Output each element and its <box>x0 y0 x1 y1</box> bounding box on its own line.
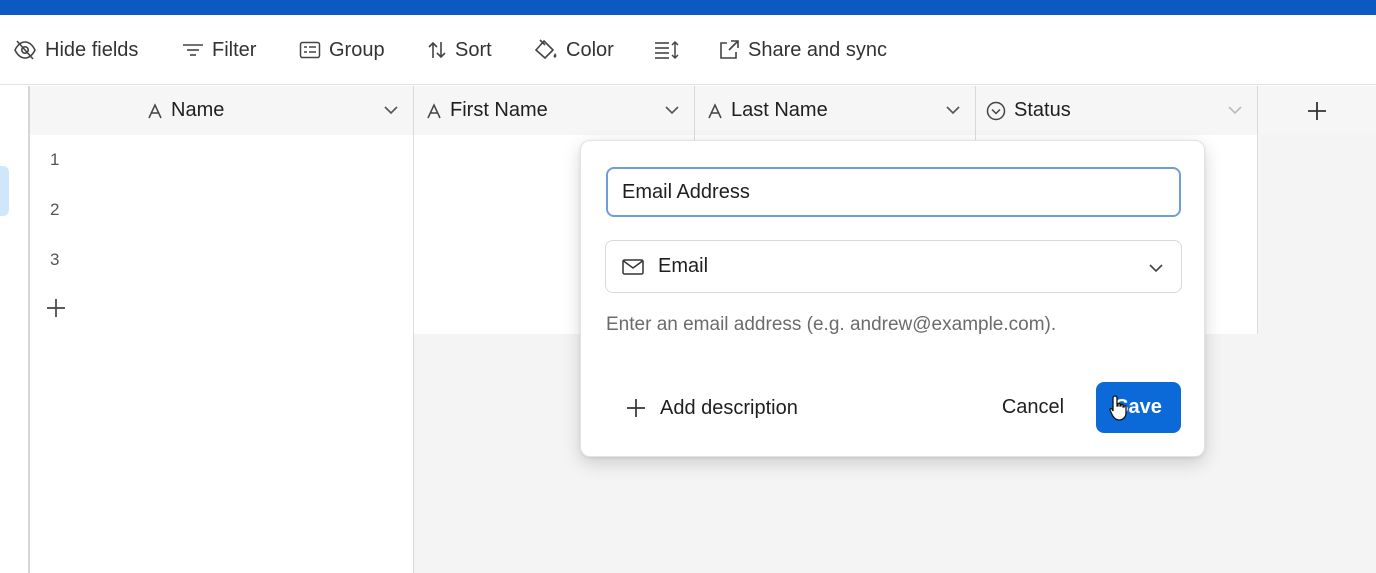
app-top-bar <box>0 0 1376 15</box>
chevron-down-icon[interactable] <box>664 102 680 118</box>
column-header-label: Last Name <box>731 99 828 121</box>
text-field-icon <box>148 102 162 118</box>
group-label: Group <box>329 38 385 61</box>
paint-bucket-icon <box>534 39 557 60</box>
plus-icon <box>47 299 65 317</box>
share-and-sync-label: Share and sync <box>748 38 887 61</box>
chevron-down-icon[interactable] <box>945 102 961 118</box>
text-field-icon <box>427 102 441 118</box>
eye-off-icon <box>14 40 36 60</box>
column-header-first-name[interactable]: First Name <box>414 86 695 135</box>
column-header-name[interactable]: Name <box>30 86 414 135</box>
filter-button[interactable]: Filter <box>182 35 256 65</box>
field-name-input[interactable] <box>606 167 1181 217</box>
column-header-label: Name <box>171 99 225 121</box>
name-cell[interactable] <box>30 135 414 185</box>
column-header-row: Name First Name Last Name Status <box>30 86 1376 135</box>
sort-label: Sort <box>455 38 492 61</box>
row-number: 3 <box>50 250 60 269</box>
chevron-down-icon[interactable] <box>1227 102 1243 118</box>
row-height-icon <box>655 40 679 60</box>
share-and-sync-button[interactable]: Share and sync <box>718 35 887 65</box>
add-description-label: Add description <box>660 396 798 419</box>
add-description-button[interactable]: Add description <box>626 393 798 423</box>
plus-icon <box>1308 101 1326 120</box>
hand-cursor-icon <box>1109 395 1127 421</box>
group-icon <box>299 41 321 59</box>
color-label: Color <box>566 38 614 61</box>
sort-icon <box>428 41 446 59</box>
add-record-cell[interactable] <box>30 285 414 334</box>
row-number: 2 <box>50 200 60 219</box>
text-field-icon <box>708 102 722 118</box>
name-cell[interactable] <box>30 185 414 235</box>
column-header-status[interactable]: Status <box>976 86 1258 135</box>
hide-fields-label: Hide fields <box>45 38 139 61</box>
sort-button[interactable]: Sort <box>427 35 492 65</box>
field-type-select[interactable]: Email <box>605 240 1182 293</box>
field-type-label: Email <box>658 255 709 277</box>
sidebar-active-tab[interactable] <box>0 166 9 216</box>
hide-fields-button[interactable]: Hide fields <box>13 35 138 65</box>
chevron-down-icon[interactable] <box>383 102 399 118</box>
add-field-button[interactable] <box>1258 86 1376 135</box>
group-button[interactable]: Group <box>299 35 385 65</box>
cancel-button[interactable]: Cancel <box>983 385 1083 429</box>
sidebar-edge <box>0 86 30 573</box>
mail-icon <box>622 258 644 275</box>
view-toolbar: Hide fields Filter Group Sort Color Shar… <box>0 15 1376 85</box>
filter-icon <box>183 44 203 56</box>
name-cell[interactable] <box>30 235 414 285</box>
single-select-icon <box>986 101 1006 120</box>
column-header-label: Status <box>1014 99 1071 121</box>
row-number: 1 <box>50 150 60 169</box>
column-header-last-name[interactable]: Last Name <box>695 86 976 135</box>
chevron-down-icon <box>1149 264 1163 273</box>
color-button[interactable]: Color <box>534 35 614 65</box>
plus-icon <box>627 399 645 417</box>
external-share-icon <box>720 40 739 59</box>
filter-label: Filter <box>212 38 257 61</box>
field-type-hint: Enter an email address (e.g. andrew@exam… <box>606 314 1057 335</box>
row-height-button[interactable] <box>654 35 680 65</box>
column-header-label: First Name <box>450 99 548 121</box>
